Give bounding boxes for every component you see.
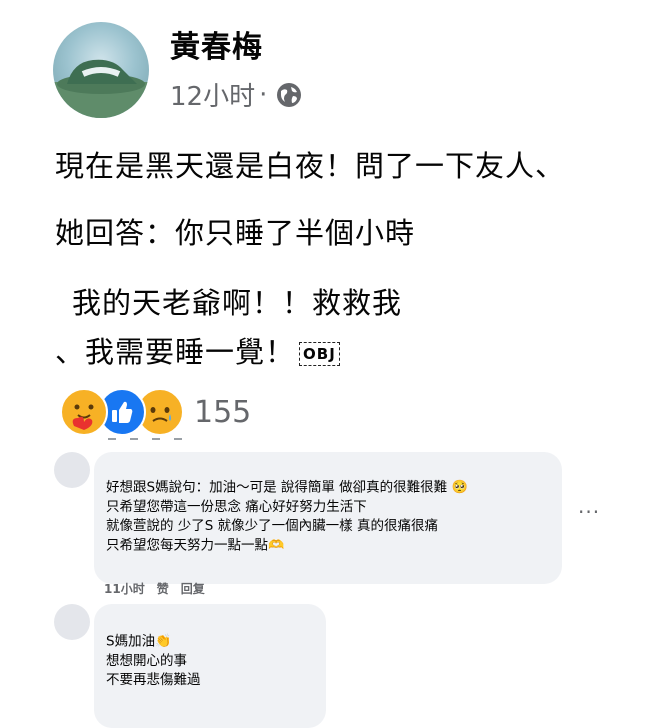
post-text-line: 她回答：你只睡了半個小時 <box>55 216 416 250</box>
post-text-line: 我的天老爺啊！！救救我 <box>72 286 403 320</box>
reaction-count[interactable]: 155 <box>194 395 251 430</box>
pleading-face-icon: 🥺 <box>451 480 468 495</box>
comment-text-line: S媽加油👏 <box>106 633 172 650</box>
commenter-avatar[interactable] <box>54 452 90 488</box>
comment-bubble: S媽加油👏 想想開心的事 不要再悲傷難過 <box>94 604 326 728</box>
hug-hands-icon: 🫶 <box>268 537 285 553</box>
post-text-line: 、我需要睡一覺！ <box>55 335 296 369</box>
comment-text-line: 好想跟S媽說句：加油～可是 說得簡單 做卻真的很難很難 🥺 <box>106 479 468 496</box>
clapping-hands-icon: 👏 <box>155 634 172 649</box>
post-text-line-with-object: 、我需要睡一覺！ OBJ <box>55 329 340 371</box>
comment-actions: 11小时 赞 回复 <box>104 580 205 597</box>
commenter-avatar[interactable] <box>54 604 90 640</box>
divider <box>108 438 188 440</box>
comment-time[interactable]: 11小时 <box>104 580 145 597</box>
comment-text-line: 只希望您帶這一份思念 痛心好好努力生活下 <box>106 498 367 515</box>
comment-text-line: 只希望您每天努力一點一點🫶 <box>106 537 285 553</box>
like-comment-button[interactable]: 赞 <box>157 580 169 597</box>
post-text-line: 現在是黑天還是白夜！問了一下友人、 <box>55 149 566 183</box>
reply-comment-button[interactable]: 回复 <box>181 580 205 597</box>
globe-icon[interactable] <box>275 81 303 109</box>
meta-separator: · <box>259 79 268 110</box>
reaction-summary[interactable]: 155 <box>60 388 251 436</box>
comment-text-line: 想想開心的事 <box>106 652 187 669</box>
object-placeholder: OBJ <box>299 342 340 366</box>
comment-text-line: 不要再悲傷難過 <box>106 671 201 688</box>
comment-text-line: 就像萱說的 少了S 就像少了一個內臟一樣 真的很痛很痛 <box>106 517 438 534</box>
comment-bubble: 好想跟S媽說句：加油～可是 說得簡單 做卻真的很難很難 🥺 只希望您帶這一份思念… <box>94 452 562 584</box>
post-meta: 12小时 · <box>170 76 303 113</box>
care-icon <box>60 388 108 436</box>
author-name[interactable]: 黃春梅 <box>170 22 263 66</box>
more-options-button[interactable]: ··· <box>578 500 600 524</box>
author-avatar[interactable] <box>53 22 149 118</box>
post-time[interactable]: 12小时 <box>170 76 255 113</box>
